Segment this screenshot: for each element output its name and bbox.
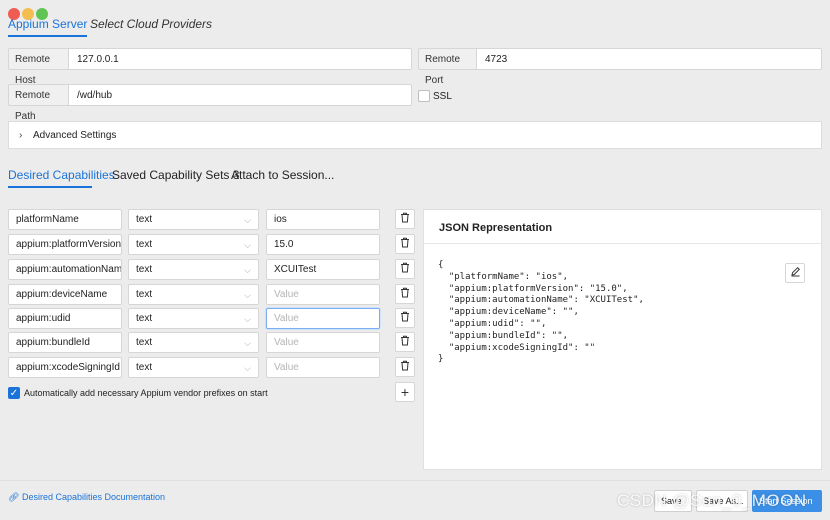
capability-value-input[interactable]: 15.0 [266, 234, 380, 255]
remote-host-input[interactable]: 127.0.0.1 [68, 48, 412, 70]
capability-value-input[interactable]: XCUITest [266, 259, 380, 280]
chevron-down-icon: ⌵ [244, 265, 251, 275]
trash-icon[interactable] [395, 259, 415, 279]
capability-type-select[interactable]: text ⌵ [128, 308, 259, 329]
capability-value-input[interactable]: ios [266, 209, 380, 230]
tab-appium-server[interactable]: Appium Server [8, 17, 88, 37]
capability-type-value: text [136, 362, 153, 373]
capability-type-select[interactable]: text ⌵ [128, 234, 259, 255]
capability-type-value: text [136, 289, 153, 300]
json-panel-divider [423, 243, 822, 244]
capability-name-input[interactable]: appium:xcodeSigningId [8, 357, 122, 378]
capability-type-value: text [136, 239, 153, 250]
json-code-block: { "platformName": "ios", "appium:platfor… [438, 260, 644, 365]
doc-link-label: Desired Capabilities Documentation [21, 492, 166, 502]
chevron-down-icon: ⌵ [244, 290, 251, 300]
advanced-settings-toggle[interactable]: › Advanced Settings [8, 121, 822, 149]
trash-icon[interactable] [395, 234, 415, 254]
ssl-label: SSL [433, 91, 452, 102]
capability-type-select[interactable]: text ⌵ [128, 357, 259, 378]
capability-name-input[interactable]: appium:deviceName [8, 284, 122, 305]
chevron-down-icon: ⌵ [244, 338, 251, 348]
capability-name-input[interactable]: appium:bundleId [8, 332, 122, 353]
tab-desired-capabilities[interactable]: Desired Capabilities [8, 168, 115, 182]
capability-value-input[interactable]: Value [266, 284, 380, 305]
capability-value-input[interactable]: Value [266, 332, 380, 353]
trash-icon[interactable] [395, 357, 415, 377]
remote-host-label: Remote Host [8, 48, 68, 86]
auto-prefix-checkbox[interactable]: ✓ [8, 387, 20, 399]
capability-value-input[interactable]: Value [266, 357, 380, 378]
trash-icon[interactable] [395, 209, 415, 229]
capability-name-input[interactable]: appium:platformVersion [8, 234, 122, 255]
tab-attach-to-session[interactable]: Attach to Session... [231, 168, 334, 182]
json-panel-title: JSON Representation [439, 222, 553, 234]
chevron-down-icon: ⌵ [244, 314, 251, 324]
plus-icon[interactable]: + [395, 382, 415, 402]
chevron-down-icon: ⌵ [244, 363, 251, 373]
remote-port-label: Remote Port [418, 48, 476, 86]
capability-name-input[interactable]: appium:automationName [8, 259, 122, 280]
capability-name-input[interactable]: appium:udid [8, 308, 122, 329]
doc-link[interactable]: 🔗︎ Desired Capabilities Documentation [8, 492, 165, 503]
link-icon: 🔗︎ [8, 492, 20, 502]
capability-type-value: text [136, 337, 153, 348]
capability-type-select[interactable]: text ⌵ [128, 259, 259, 280]
capability-type-select[interactable]: text ⌵ [128, 284, 259, 305]
chevron-down-icon: ⌵ [244, 215, 251, 225]
capability-value-input[interactable]: Value [266, 308, 380, 329]
active-tab-indicator [8, 186, 92, 188]
watermark: CSDN @Sun_0_MOON [617, 491, 807, 510]
chevron-down-icon: ⌵ [244, 240, 251, 250]
remote-path-label: Remote Path [8, 84, 68, 122]
remote-port-input[interactable]: 4723 [476, 48, 822, 70]
trash-icon[interactable] [395, 332, 415, 352]
advanced-settings-label: Advanced Settings [33, 130, 117, 141]
ssl-checkbox[interactable] [418, 90, 430, 102]
capability-type-value: text [136, 264, 153, 275]
capability-name-input[interactable]: platformName [8, 209, 122, 230]
trash-icon[interactable] [395, 284, 415, 304]
chevron-right-icon: › [19, 130, 23, 141]
capability-type-select[interactable]: text ⌵ [128, 209, 259, 230]
trash-icon[interactable] [395, 308, 415, 328]
auto-prefix-label: Automatically add necessary Appium vendo… [24, 388, 268, 398]
tab-saved-capability-sets[interactable]: Saved Capability Sets 3 [112, 168, 239, 182]
footer-divider [0, 480, 830, 481]
capability-type-value: text [136, 214, 153, 225]
remote-path-input[interactable]: /wd/hub [68, 84, 412, 106]
pencil-icon[interactable] [785, 263, 805, 283]
tab-select-cloud-providers[interactable]: Select Cloud Providers [90, 17, 212, 31]
capability-type-value: text [136, 313, 153, 324]
capability-type-select[interactable]: text ⌵ [128, 332, 259, 353]
